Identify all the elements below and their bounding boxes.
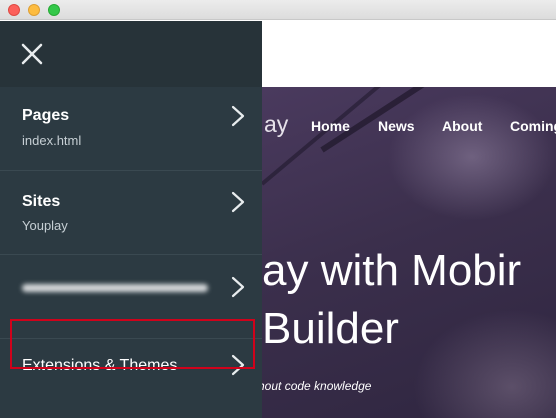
highlight-box bbox=[10, 319, 255, 369]
chevron-right-icon bbox=[231, 276, 245, 298]
chevron-right-icon bbox=[231, 191, 245, 213]
window-titlebar bbox=[0, 0, 556, 20]
hero-headline-line2: Builder bbox=[262, 304, 399, 353]
drawer-item-pages[interactable]: Pages index.html bbox=[0, 87, 262, 171]
drawer-item-sites[interactable]: Sites Youplay bbox=[0, 171, 262, 255]
window-minimize-button[interactable] bbox=[28, 4, 40, 16]
redacted-text bbox=[22, 284, 208, 292]
nav-link-coming[interactable]: Coming bbox=[510, 118, 556, 134]
nav-link-about[interactable]: About bbox=[442, 118, 482, 134]
drawer-item-sublabel: index.html bbox=[22, 133, 82, 148]
drawer-item-sublabel: Youplay bbox=[22, 218, 68, 233]
drawer-header bbox=[0, 21, 262, 87]
hero-headline-line1: ay with Mobir bbox=[262, 246, 522, 295]
hero-subline: hout code knowledge bbox=[262, 379, 372, 393]
nav-link-home[interactable]: Home bbox=[311, 118, 350, 134]
website-hero: ay Home News About Coming ay with Mobir … bbox=[262, 87, 556, 418]
hero-decoration bbox=[320, 87, 542, 153]
nav-link-news[interactable]: News bbox=[378, 118, 415, 134]
window-close-button[interactable] bbox=[8, 4, 20, 16]
drawer-item-label: Pages bbox=[22, 107, 70, 124]
chevron-right-icon bbox=[231, 105, 245, 127]
window-zoom-button[interactable] bbox=[48, 4, 60, 16]
site-logo[interactable]: ay bbox=[264, 111, 288, 138]
close-icon[interactable] bbox=[21, 43, 43, 65]
drawer-item-label: Sites bbox=[22, 193, 61, 210]
page-top-bar bbox=[262, 21, 556, 87]
side-drawer: Pages index.html Sites Youplay Extension… bbox=[0, 21, 262, 418]
